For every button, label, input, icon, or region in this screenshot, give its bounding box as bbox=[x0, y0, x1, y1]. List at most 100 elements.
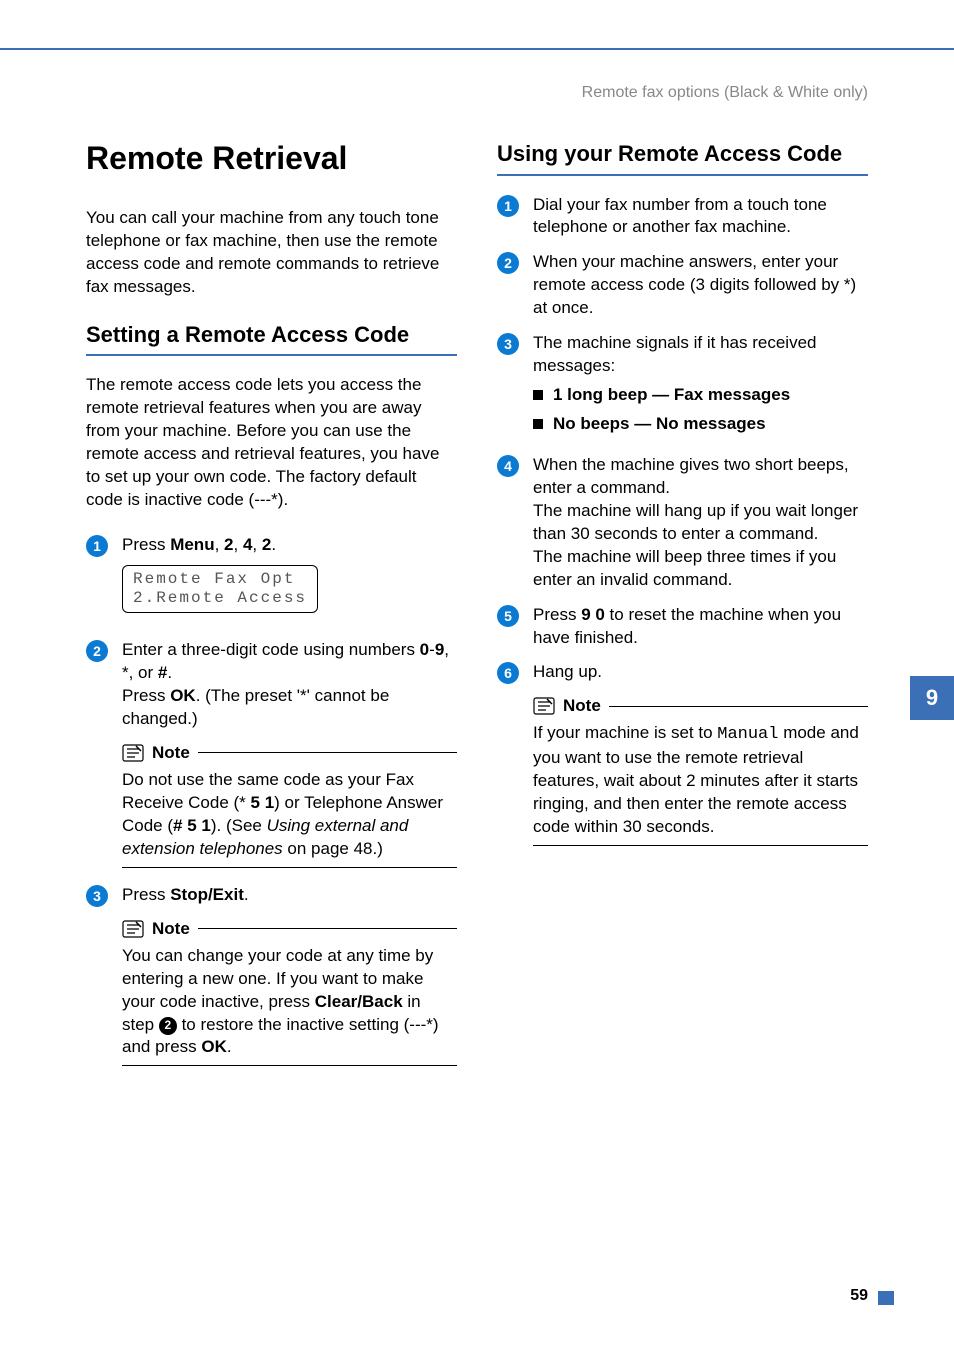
chapter-tab: 9 bbox=[910, 676, 954, 720]
key-4: 4 bbox=[243, 535, 252, 554]
r-step-2-text: When your machine answers, enter your re… bbox=[533, 251, 868, 320]
note-2-body: You can change your code at any time by … bbox=[122, 945, 457, 1066]
step-ref-2-icon: 2 bbox=[159, 1017, 177, 1035]
bullet-fax-messages: 1 long beep — Fax messages bbox=[533, 384, 868, 407]
t: Press bbox=[122, 885, 170, 904]
t: Press bbox=[533, 605, 581, 624]
key-ok: OK bbox=[170, 686, 196, 705]
lcd-line-1: Remote Fax Opt bbox=[133, 570, 307, 589]
key-2b: 2 bbox=[262, 535, 271, 554]
mode-manual: Manual bbox=[717, 725, 778, 744]
k: 9 bbox=[435, 640, 444, 659]
r-step-5-text: Press 9 0 to reset the machine when you … bbox=[533, 604, 868, 650]
k: 0 bbox=[420, 640, 429, 659]
step-badge-4: 4 bbox=[497, 455, 519, 477]
intro-paragraph: You can call your machine from any touch… bbox=[86, 207, 457, 299]
note-rule bbox=[533, 845, 868, 846]
step-3-text: Press Stop/Exit. bbox=[122, 884, 457, 907]
step-badge-1: 1 bbox=[497, 195, 519, 217]
r-step-3: 3 The machine signals if it has received… bbox=[497, 332, 868, 442]
key-ok: OK bbox=[201, 1037, 227, 1056]
section-setting-code: Setting a Remote Access Code bbox=[86, 321, 457, 349]
r-step-6: 6 Hang up. bbox=[497, 661, 868, 684]
note-label: Note bbox=[152, 919, 190, 939]
step-3: 3 Press Stop/Exit. bbox=[86, 884, 457, 907]
step-badge-3: 3 bbox=[497, 333, 519, 355]
t: . bbox=[244, 885, 249, 904]
r-step-5: 5 Press 9 0 to reset the machine when yo… bbox=[497, 604, 868, 650]
t: Press bbox=[122, 535, 170, 554]
running-header: Remote fax options (Black & White only) bbox=[582, 84, 868, 102]
step-badge-1: 1 bbox=[86, 535, 108, 557]
step-badge-6: 6 bbox=[497, 662, 519, 684]
t: on page 48.) bbox=[283, 839, 383, 858]
t: 1 long beep — Fax messages bbox=[553, 384, 790, 407]
step-badge-5: 5 bbox=[497, 605, 519, 627]
note-label: Note bbox=[152, 743, 190, 763]
right-column: Using your Remote Access Code 1 Dial you… bbox=[497, 140, 868, 1082]
t: 5 1 bbox=[251, 793, 275, 812]
r-step-3-text: The machine signals if it has received m… bbox=[533, 332, 868, 442]
t: ). (See bbox=[211, 816, 267, 835]
t: . bbox=[271, 535, 276, 554]
step-badge-3: 3 bbox=[86, 885, 108, 907]
key-menu: Menu bbox=[170, 535, 214, 554]
step-1-text: Press Menu, 2, 4, 2. Remote Fax Opt 2.Re… bbox=[122, 534, 457, 627]
note-rule bbox=[198, 752, 457, 753]
note-right-body: If your machine is set to Manual mode an… bbox=[533, 722, 868, 845]
note-icon bbox=[122, 920, 144, 938]
key-90: 9 0 bbox=[581, 605, 605, 624]
key-clear-back: Clear/Back bbox=[315, 992, 403, 1011]
note-1: Note Do not use the same code as your Fa… bbox=[122, 743, 457, 868]
t: The machine will beep three times if you… bbox=[533, 547, 836, 589]
note-icon bbox=[122, 744, 144, 762]
section-using-code: Using your Remote Access Code bbox=[497, 140, 868, 168]
t: If your machine is set to bbox=[533, 723, 717, 742]
page-title: Remote Retrieval bbox=[86, 140, 457, 177]
note-rule bbox=[198, 928, 457, 929]
left-column: Remote Retrieval You can call your machi… bbox=[86, 140, 457, 1082]
note-label: Note bbox=[563, 696, 601, 716]
page-tick-icon bbox=[878, 1291, 894, 1305]
key-stop-exit: Stop/Exit bbox=[170, 885, 244, 904]
t: . bbox=[227, 1037, 232, 1056]
lcd-line-2: 2.Remote Access bbox=[133, 589, 307, 608]
t: Press bbox=[122, 686, 170, 705]
t: , bbox=[252, 535, 261, 554]
square-bullet-icon bbox=[533, 419, 543, 429]
t: # 5 1 bbox=[173, 816, 211, 835]
step-1: 1 Press Menu, 2, 4, 2. Remote Fax Opt 2.… bbox=[86, 534, 457, 627]
lcd-display: Remote Fax Opt 2.Remote Access bbox=[122, 565, 318, 613]
top-rule bbox=[0, 48, 954, 50]
note-rule bbox=[609, 706, 868, 707]
section-rule bbox=[497, 174, 868, 176]
note-2: Note You can change your code at any tim… bbox=[122, 919, 457, 1067]
k: # bbox=[158, 663, 167, 682]
step-2: 2 Enter a three-digit code using numbers… bbox=[86, 639, 457, 731]
square-bullet-icon bbox=[533, 390, 543, 400]
r-step-4: 4 When the machine gives two short beeps… bbox=[497, 454, 868, 592]
step-badge-2: 2 bbox=[497, 252, 519, 274]
t: , bbox=[234, 535, 243, 554]
note-icon bbox=[533, 697, 555, 715]
t: The machine will hang up if you wait lon… bbox=[533, 501, 858, 543]
t: The machine signals if it has received m… bbox=[533, 333, 816, 375]
bullet-no-messages: No beeps — No messages bbox=[533, 413, 868, 436]
step-badge-2: 2 bbox=[86, 640, 108, 662]
t: . bbox=[167, 663, 172, 682]
content-area: Remote Retrieval You can call your machi… bbox=[86, 140, 868, 1082]
t: No beeps — No messages bbox=[553, 413, 766, 436]
note-rule bbox=[122, 1065, 457, 1066]
r-step-2: 2 When your machine answers, enter your … bbox=[497, 251, 868, 320]
t: , bbox=[215, 535, 224, 554]
setting-paragraph: The remote access code lets you access t… bbox=[86, 374, 457, 512]
r-step-4-text: When the machine gives two short beeps, … bbox=[533, 454, 868, 592]
r-step-1: 1 Dial your fax number from a touch tone… bbox=[497, 194, 868, 240]
r-step-6-text: Hang up. bbox=[533, 661, 868, 684]
step-2-text: Enter a three-digit code using numbers 0… bbox=[122, 639, 457, 731]
page-number: 59 bbox=[850, 1287, 868, 1305]
r-step-1-text: Dial your fax number from a touch tone t… bbox=[533, 194, 868, 240]
note-1-body: Do not use the same code as your Fax Rec… bbox=[122, 769, 457, 867]
note-right: Note If your machine is set to Manual mo… bbox=[533, 696, 868, 846]
t: Enter a three-digit code using numbers bbox=[122, 640, 420, 659]
